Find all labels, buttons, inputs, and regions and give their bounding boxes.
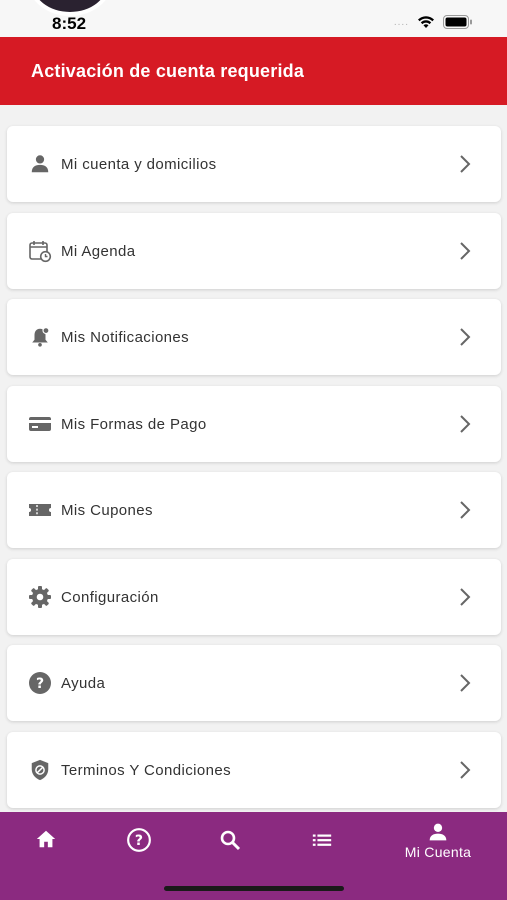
calendar-clock-icon	[27, 238, 53, 264]
chevron-right-icon	[460, 501, 471, 519]
menu-item-configuracion[interactable]: Configuración	[7, 559, 501, 635]
wifi-icon	[418, 16, 434, 28]
chevron-right-icon	[460, 415, 471, 433]
menu-item-label: Mis Formas de Pago	[61, 415, 207, 433]
menu-item-mi-agenda[interactable]: Mi Agenda	[7, 213, 501, 289]
menu-item-mis-cupones[interactable]: Mis Cupones	[7, 472, 501, 548]
menu-item-terminos-y-condiciones[interactable]: Terminos Y Condiciones	[7, 732, 501, 808]
page-title: Activación de cuenta requerida	[31, 60, 305, 81]
chevron-right-icon	[460, 588, 471, 606]
status-bar: 8:52 ....	[0, 0, 507, 37]
svg-text:?: ?	[36, 676, 44, 692]
battery-icon	[443, 15, 472, 29]
menu-item-label: Mis Cupones	[61, 501, 153, 519]
chevron-right-icon	[460, 155, 471, 173]
page-header: Activación de cuenta requerida	[0, 37, 507, 105]
svg-text:?: ?	[135, 833, 143, 849]
chevron-right-icon	[460, 242, 471, 260]
menu-item-label: Mi cuenta y domicilios	[61, 155, 217, 173]
shield-icon	[27, 757, 53, 783]
list-icon	[312, 834, 332, 846]
nav-search[interactable]	[218, 828, 242, 852]
chevron-right-icon	[460, 328, 471, 346]
ticket-icon	[27, 497, 53, 523]
status-icons: ....	[394, 15, 473, 29]
nav-list[interactable]	[310, 829, 334, 851]
person-icon	[27, 151, 53, 177]
status-time: 8:52	[52, 14, 87, 33]
home-icon	[36, 830, 56, 848]
chevron-right-icon	[460, 674, 471, 692]
nav-help[interactable]: ?	[126, 827, 152, 853]
help-circle-icon: ?	[27, 670, 53, 696]
nav-home[interactable]	[34, 828, 58, 850]
chevron-right-icon	[460, 761, 471, 779]
account-icon	[429, 823, 447, 841]
signal-icon: ....	[393, 16, 409, 28]
nav-label: Mi Cuenta	[404, 844, 472, 860]
menu-item-label: Ayuda	[61, 674, 106, 692]
menu-item-label: Mi Agenda	[61, 242, 136, 260]
credit-card-icon	[27, 411, 53, 437]
home-indicator	[164, 886, 344, 891]
search-icon	[220, 830, 241, 851]
menu-item-mi-cuenta[interactable]: Mi cuenta y domicilios	[7, 126, 501, 202]
menu-item-label: Terminos Y Condiciones	[61, 761, 231, 779]
menu-item-ayuda[interactable]: ? Ayuda	[7, 645, 501, 721]
gear-icon	[27, 584, 53, 610]
bell-icon	[27, 324, 53, 350]
menu-item-label: Configuración	[61, 588, 159, 606]
menu-item-mis-formas-de-pago[interactable]: Mis Formas de Pago	[7, 386, 501, 462]
menu-item-label: Mis Notificaciones	[61, 328, 190, 346]
nav-mi-cuenta[interactable]: Mi Cuenta	[395, 822, 481, 860]
help-icon: ?	[127, 828, 151, 852]
menu-item-mis-notificaciones[interactable]: Mis Notificaciones	[7, 299, 501, 375]
